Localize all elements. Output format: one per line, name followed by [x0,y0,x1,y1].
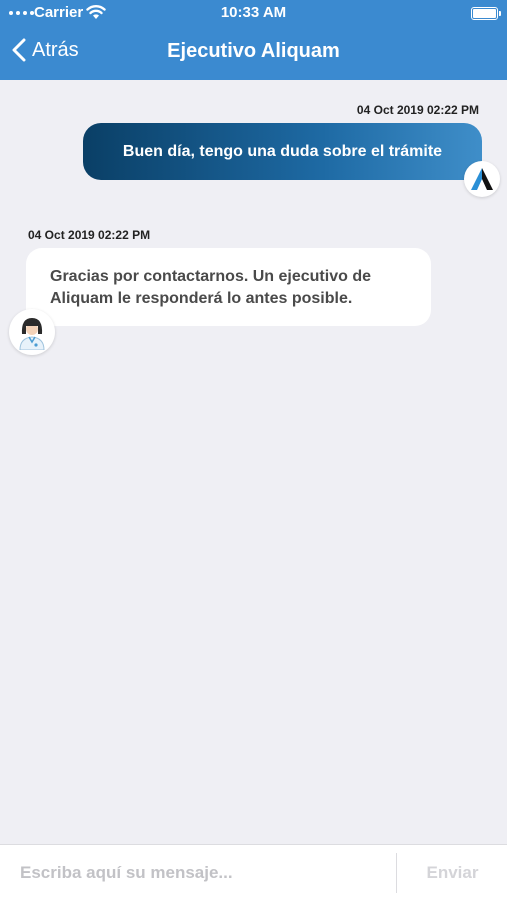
brand-logo-icon [471,168,493,190]
send-button[interactable]: Enviar [398,845,507,900]
battery-icon [471,7,501,20]
agent-avatar [9,309,55,355]
outgoing-message-bubble: Buen día, tengo una duda sobre el trámit… [83,123,482,180]
app-header: Carrier 10:33 AM Atrás Ejecutivo Aliquam [0,0,507,80]
message-composer: Enviar [0,844,507,900]
message-input[interactable] [0,845,396,900]
navigation-bar: Atrás Ejecutivo Aliquam [0,26,507,80]
incoming-message-bubble: Gracias por contactarnos. Un ejecutivo d… [26,248,431,326]
user-avatar [464,161,500,197]
message-timestamp: 04 Oct 2019 02:22 PM [356,103,479,117]
message-timestamp: 04 Oct 2019 02:22 PM [28,228,151,242]
executive-avatar-icon [19,318,45,350]
clock: 10:33 AM [220,4,287,21]
page-title: Ejecutivo Aliquam [167,40,340,62]
status-bar: Carrier 10:33 AM [0,0,507,26]
composer-divider [396,853,397,893]
